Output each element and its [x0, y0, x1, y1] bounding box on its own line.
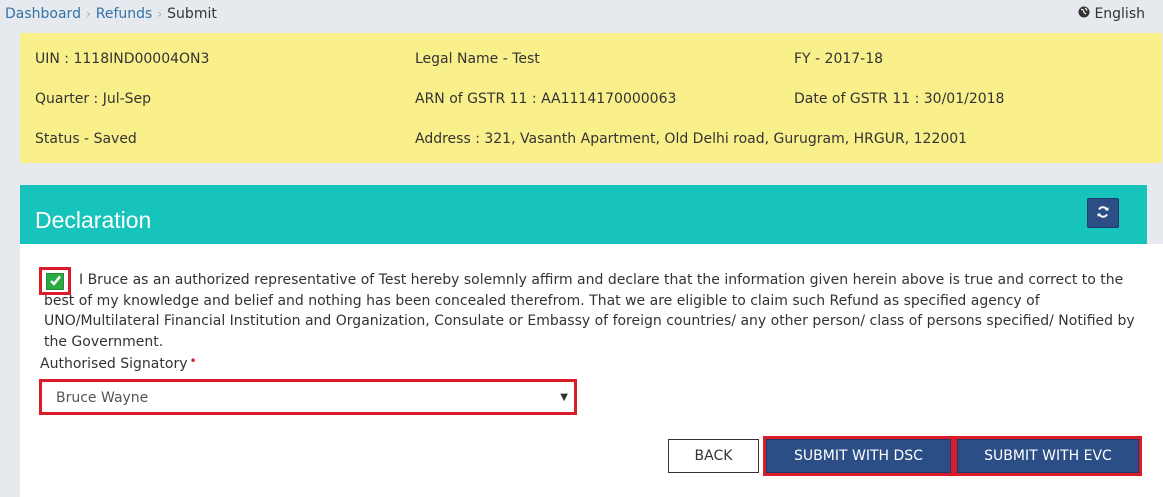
- breadcrumb-current: Submit: [167, 6, 217, 22]
- legal-name-field: Legal Name - Test: [415, 51, 540, 67]
- checkmark-icon: [49, 272, 62, 291]
- breadcrumb-separator: ›: [157, 7, 163, 21]
- signatory-label-text: Authorised Signatory: [40, 356, 188, 372]
- caret-down-icon: ▼: [560, 392, 568, 403]
- signatory-label: Authorised Signatory •: [40, 354, 197, 372]
- date-gstr-field: Date of GSTR 11 : 30/01/2018: [794, 91, 1005, 107]
- top-bar: Dashboard › Refunds › Submit English: [0, 0, 1163, 30]
- panel-title: Declaration: [35, 207, 152, 233]
- required-mark: •: [189, 354, 197, 368]
- submit-with-dsc-button[interactable]: SUBMIT WITH DSC: [763, 436, 954, 476]
- breadcrumb: Dashboard › Refunds › Submit: [5, 6, 217, 22]
- status-field: Status - Saved: [35, 131, 137, 147]
- breadcrumb-dashboard[interactable]: Dashboard: [5, 6, 81, 22]
- signatory-select[interactable]: Bruce Wayne ▼: [39, 379, 577, 415]
- fy-field: FY - 2017-18: [794, 51, 884, 67]
- return-info-box: UIN : 1118IND00004ON3 Legal Name - Test …: [20, 33, 1162, 163]
- declaration-header: Declaration: [20, 185, 1147, 244]
- address-field: Address : 321, Vasanth Apartment, Old De…: [415, 131, 968, 147]
- language-selector[interactable]: English: [1078, 6, 1145, 22]
- back-button[interactable]: BACK: [668, 439, 759, 473]
- arn-field: ARN of GSTR 11 : AA1114170000063: [415, 91, 677, 107]
- breadcrumb-refunds[interactable]: Refunds: [96, 6, 153, 22]
- globe-icon: [1078, 6, 1090, 22]
- refresh-icon: [1096, 204, 1110, 223]
- uin-field: UIN : 1118IND00004ON3: [35, 51, 210, 67]
- declaration-checkbox[interactable]: [46, 273, 64, 290]
- declaration-text: I Bruce as an authorized representative …: [44, 272, 1135, 350]
- signatory-selected-value: Bruce Wayne: [56, 390, 149, 406]
- declaration-body: I Bruce as an authorized representative …: [20, 244, 1163, 497]
- quarter-field: Quarter : Jul-Sep: [35, 91, 152, 107]
- refresh-button[interactable]: [1087, 198, 1119, 228]
- language-label: English: [1094, 6, 1145, 22]
- declaration-checkbox-highlight: [39, 267, 71, 295]
- submit-with-evc-button[interactable]: SUBMIT WITH EVC: [954, 436, 1142, 476]
- breadcrumb-separator: ›: [85, 7, 91, 21]
